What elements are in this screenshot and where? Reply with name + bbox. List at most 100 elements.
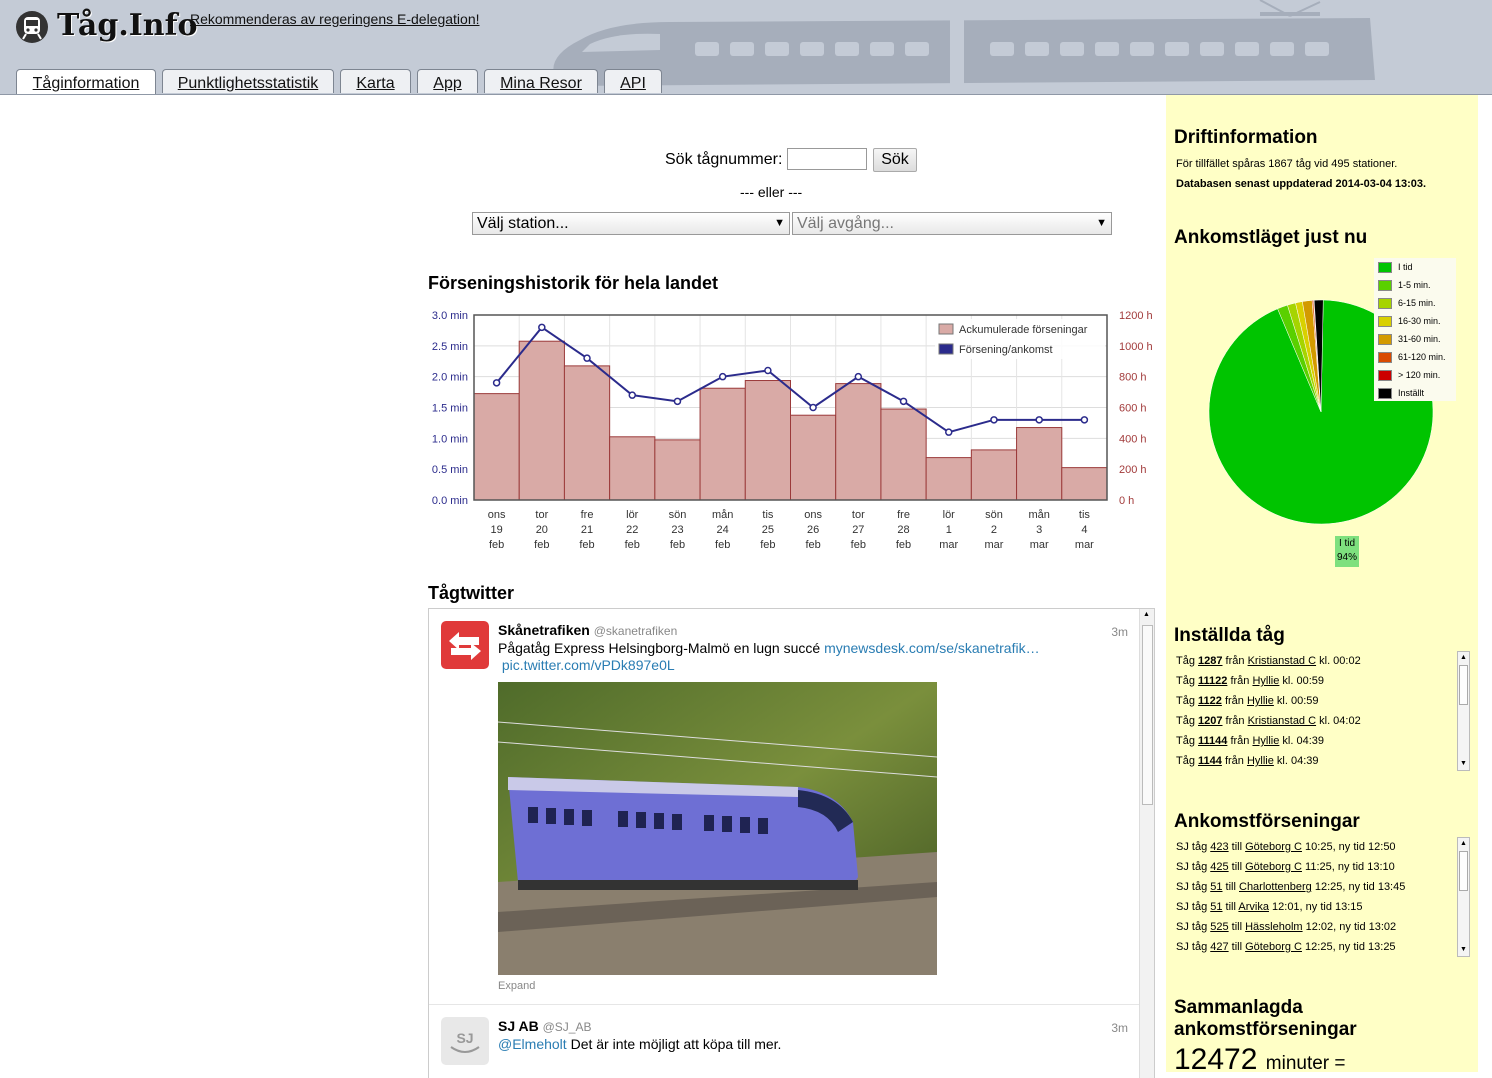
x-axis-label: feb (625, 539, 640, 551)
search-button[interactable]: Sök (873, 148, 917, 172)
x-axis-label: feb (896, 539, 911, 551)
bar (744, 380, 791, 501)
scroll-up-icon[interactable]: ▲ (1458, 838, 1469, 850)
station-link[interactable]: Hyllie (1247, 695, 1274, 707)
left-axis-tick: 0.0 min (432, 495, 468, 507)
tab-karta[interactable]: Karta (340, 69, 411, 93)
list-text: Tåg (1176, 655, 1199, 667)
list-text: till (1222, 901, 1239, 913)
list-item: Tåg 1287 från Kristianstad C kl. 00:02 (1176, 651, 1470, 671)
legend-label: 1-5 min. (1398, 280, 1431, 290)
tweet-pic-link[interactable]: pic.twitter.com/vPDk897e0L (502, 657, 675, 673)
station-link[interactable]: Hyllie (1247, 755, 1274, 767)
departure-select[interactable]: Välj avgång... ▼ (792, 212, 1112, 235)
x-axis-label: tis (1079, 509, 1091, 521)
x-axis-label: 22 (626, 524, 638, 536)
skanetrafiken-avatar-icon[interactable] (441, 621, 489, 669)
tweet-time[interactable]: 3m (1111, 625, 1128, 639)
train-number-link[interactable]: 51 (1210, 901, 1222, 913)
twitter-scrollbar[interactable]: ▲ (1139, 609, 1154, 1078)
x-axis-label: mar (1075, 539, 1094, 551)
slogan-link[interactable]: Rekommenderas av regeringens E-delegatio… (190, 11, 480, 27)
right-axis-tick: 1000 h (1119, 341, 1153, 353)
x-axis-label: fre (897, 509, 910, 521)
tab-taginformation[interactable]: Tåginformation (16, 69, 156, 94)
cancelled-title: Inställda tåg (1174, 625, 1285, 646)
train-number-link[interactable]: 51 (1210, 881, 1222, 893)
bar (473, 393, 520, 501)
station-link[interactable]: Hyllie (1252, 675, 1279, 687)
svg-text:SJ: SJ (456, 1030, 473, 1046)
x-axis-label: tor (535, 509, 548, 521)
tweet-link[interactable]: mynewsdesk.com/se/skanetrafik… (824, 640, 1040, 656)
site-logo[interactable]: Tåg.Info (57, 8, 198, 43)
x-axis-label: 20 (536, 524, 548, 536)
tweet-expand-link[interactable]: Expand (498, 980, 535, 992)
station-link[interactable]: Kristianstad C (1248, 715, 1316, 727)
tab-punktlighetsstatistik[interactable]: Punktlighetsstatistik (162, 69, 334, 93)
station-link[interactable]: Hässleholm (1245, 921, 1302, 933)
list-text: till (1228, 841, 1246, 853)
train-logo-icon (16, 11, 48, 43)
station-link[interactable]: Charlottenberg (1239, 881, 1312, 893)
x-axis-label: 1 (946, 524, 952, 536)
bar (925, 457, 972, 501)
tweet-author-handle: @SJ_AB (542, 1020, 592, 1034)
train-number-link[interactable]: 11122 (1198, 675, 1227, 687)
train-number-link[interactable]: 1122 (1198, 695, 1222, 707)
legend-swatch (1378, 370, 1392, 382)
station-link[interactable]: Hyllie (1252, 735, 1279, 747)
bar (654, 439, 701, 501)
x-axis-label: feb (670, 539, 685, 551)
station-link[interactable]: Göteborg C (1245, 861, 1302, 873)
tweet-text: Pågatåg Express Helsingborg-Malmö en lug… (498, 640, 1098, 674)
station-link[interactable]: Göteborg C (1245, 841, 1302, 853)
scroll-up-icon[interactable]: ▲ (1143, 611, 1150, 618)
scrollbar-thumb[interactable] (1459, 665, 1468, 705)
tab-api[interactable]: API (604, 69, 662, 93)
train-number-link[interactable]: 427 (1210, 941, 1228, 953)
chart-title: Förseningshistorik för hela landet (428, 273, 719, 293)
line-point (945, 428, 953, 436)
scroll-up-icon[interactable]: ▲ (1458, 652, 1469, 664)
line-point (764, 366, 772, 375)
tweet-mention[interactable]: @Elmeholt (498, 1036, 567, 1052)
train-number-input[interactable] (787, 148, 867, 170)
scroll-down-icon[interactable]: ▼ (1458, 944, 1469, 956)
station-select[interactable]: Välj station... ▼ (472, 212, 790, 235)
x-axis-label: 28 (897, 524, 909, 536)
line-point (538, 323, 546, 332)
train-number-link[interactable]: 1287 (1198, 655, 1222, 667)
sj-avatar-icon[interactable]: SJ (441, 1017, 489, 1065)
x-axis-label: feb (579, 539, 594, 551)
train-number-link[interactable]: 1207 (1198, 715, 1222, 727)
list-scrollbar[interactable]: ▲ ▼ (1457, 837, 1470, 957)
train-number-link[interactable]: 11144 (1198, 735, 1227, 747)
twitter-timeline[interactable]: Skånetrafiken @skanetrafiken 3m Pågatåg … (428, 608, 1155, 1078)
list-item: SJ tåg 425 till Göteborg C 11:25, ny tid… (1176, 857, 1470, 877)
tweet-time[interactable]: 3m (1111, 1021, 1128, 1035)
station-link[interactable]: Göteborg C (1245, 941, 1302, 953)
station-link[interactable]: Kristianstad C (1248, 655, 1316, 667)
list-text: från (1222, 715, 1248, 727)
scroll-down-icon[interactable]: ▼ (1458, 758, 1469, 770)
tab-app[interactable]: App (417, 69, 478, 93)
twitter-title: Tågtwitter (428, 583, 515, 603)
line-point (1080, 416, 1089, 424)
total-delay-unit: minuter = (1265, 1053, 1346, 1072)
tweet-author[interactable]: SJ AB @SJ_AB (498, 1018, 591, 1034)
station-link[interactable]: Arvika (1238, 901, 1269, 913)
tweet-author[interactable]: Skånetrafiken @skanetrafiken (498, 622, 677, 638)
train-number-link[interactable]: 423 (1210, 841, 1228, 853)
scrollbar-thumb[interactable] (1142, 625, 1153, 805)
train-number-link[interactable]: 525 (1210, 921, 1228, 933)
cancelled-trains-list[interactable]: Tåg 1287 från Kristianstad C kl. 00:02 Tå… (1174, 651, 1470, 771)
train-photo-icon[interactable] (498, 682, 937, 975)
line-point (854, 372, 863, 381)
scrollbar-thumb[interactable] (1459, 851, 1468, 891)
tab-mina-resor[interactable]: Mina Resor (484, 69, 598, 93)
list-scrollbar[interactable]: ▲ ▼ (1457, 651, 1470, 771)
arrival-delays-list[interactable]: SJ tåg 423 till Göteborg C 10:25, ny tid… (1174, 837, 1470, 957)
train-number-link[interactable]: 425 (1210, 861, 1228, 873)
train-number-link[interactable]: 1144 (1198, 755, 1222, 767)
